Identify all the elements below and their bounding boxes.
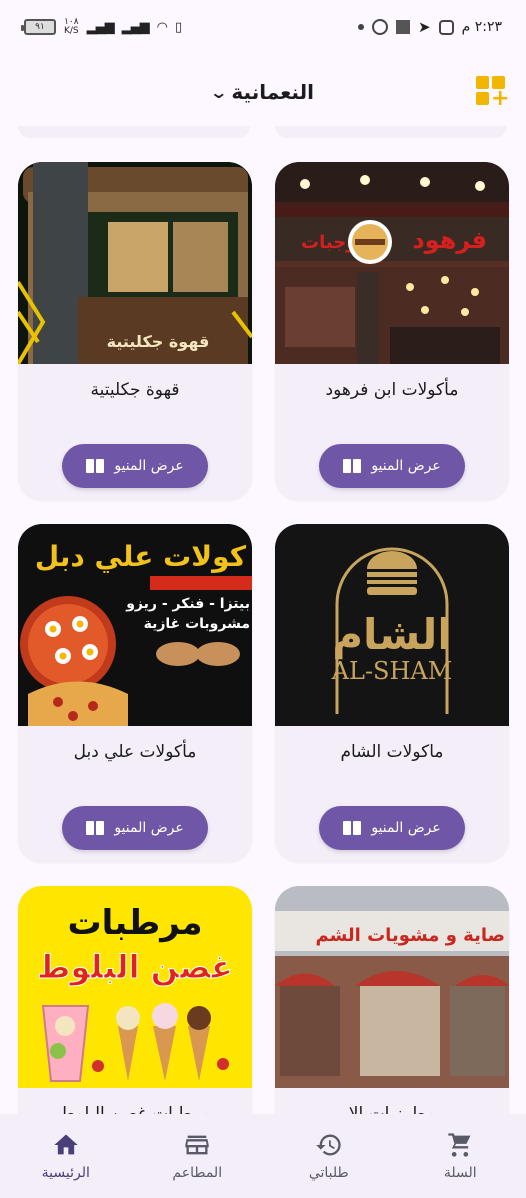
menu-book-icon (86, 821, 105, 835)
notification-dot-icon (358, 24, 365, 30)
restaurant-sign-text-2: بيتزا - فنكر - ريزو (125, 596, 250, 612)
restaurant-name: مرطبات غصن البلوط (59, 1104, 211, 1114)
card-fragment (18, 126, 250, 138)
app-notification-icon (396, 20, 411, 34)
view-menu-button[interactable]: عرض المنيو (319, 806, 465, 850)
restaurant-card[interactable]: قهوة جكليتية قهوة جكليتية عرض المنيو (18, 162, 252, 500)
history-icon (315, 1131, 343, 1159)
battery-level: ٩١ (35, 22, 45, 32)
restaurant-sign-text: كولات علي دبل (35, 540, 247, 573)
nav-home[interactable]: الرئيسية (0, 1131, 132, 1181)
restaurant-card[interactable]: فرهود للوجبات مأكولات ابن فرهود عرض المن… (275, 162, 509, 500)
nav-home-label: الرئيسية (41, 1165, 90, 1181)
restaurant-image: مرطبات غصن البلوط (18, 886, 252, 1088)
restaurant-image: فرهود للوجبات (275, 162, 509, 364)
restaurant-sign-text: الشام (332, 610, 451, 660)
restaurant-grid[interactable]: فرهود للوجبات مأكولات ابن فرهود عرض المن… (0, 126, 526, 1114)
view-menu-button[interactable]: عرض المنيو (62, 806, 208, 850)
restaurant-image: صاية و مشويات الشم (275, 886, 509, 1088)
home-icon (52, 1131, 80, 1159)
signal-icon: ▂▄▆ (86, 19, 115, 35)
restaurant-card[interactable]: مرطبات غصن البلوط مرطبات غصن البلوط (18, 886, 252, 1114)
nav-restaurants-label: المطاعم (172, 1165, 223, 1181)
restaurant-sign-text-2: AL-SHAM (331, 657, 453, 685)
restaurant-name: مأكولات ابن فرهود (325, 380, 459, 400)
instagram-icon (438, 19, 454, 35)
nav-restaurants[interactable]: المطاعم (132, 1131, 264, 1181)
nav-cart[interactable]: السلة (395, 1131, 526, 1181)
nav-orders-label: طلباتي (308, 1165, 349, 1181)
view-menu-label: عرض المنيو (371, 820, 441, 836)
menu-book-icon (86, 459, 105, 473)
city-selector[interactable]: النعمانية ⌄ (209, 80, 314, 104)
status-bar: ٩١ ١٠٨ K/S ▂▄▆ ▂▄▆ ◠ ▯ ➤ ٢:٢٣ م (0, 0, 526, 54)
restaurant-image: الشام AL-SHAM (275, 524, 509, 726)
restaurant-image: قهوة جكليتية (18, 162, 252, 364)
view-menu-label: عرض المنيو (114, 820, 184, 836)
restaurant-sign-text: قهوة جكليتية (107, 332, 210, 351)
chevron-down-icon: ⌄ (209, 82, 229, 102)
add-category-icon[interactable]: + (476, 76, 509, 110)
bottom-navigation: السلة طلباتي المطاعم الرئيسية (0, 1114, 526, 1198)
restaurant-sign-text-3: مشروبات غازية (144, 616, 250, 632)
restaurant-card[interactable]: الشام AL-SHAM ماكولات الشام عرض المنيو (275, 524, 509, 862)
view-menu-button[interactable]: عرض المنيو (319, 444, 465, 488)
vibrate-icon: ▯ (175, 19, 182, 35)
restaurant-name: قهوة جكليتية (90, 380, 180, 400)
battery-icon: ٩١ (21, 19, 56, 35)
nav-cart-label: السلة (443, 1165, 477, 1181)
view-menu-label: عرض المنيو (114, 458, 184, 474)
restaurant-sign-text: فرهود (412, 226, 487, 254)
restaurant-name: مأكولات علي دبل (73, 742, 197, 762)
view-menu-button[interactable]: عرض المنيو (62, 444, 208, 488)
restaurant-card[interactable]: كولات علي دبل بيتزا - فنكر - ريزو مشروبا… (18, 524, 252, 862)
wifi-icon: ◠ (156, 19, 168, 35)
clock: ٢:٢٣ م (461, 19, 502, 35)
nav-orders[interactable]: طلباتي (263, 1131, 395, 1181)
restaurant-name: ماكولات الشام (340, 742, 444, 762)
net-speed-unit: K/S (64, 26, 79, 36)
restaurant-name: مطرزيات الإ (348, 1104, 436, 1114)
restaurant-sign-text: مرطبات (67, 903, 202, 943)
restaurant-sign-text-2: غصن البلوط (37, 948, 233, 986)
city-label: النعمانية (231, 80, 314, 104)
signal-icon-2: ▂▄▆ (121, 19, 150, 35)
restaurant-card[interactable]: صاية و مشويات الشم مطرزيات الإ (275, 886, 509, 1114)
view-menu-label: عرض المنيو (371, 458, 441, 474)
app-bar: النعمانية ⌄ + (0, 58, 526, 126)
menu-book-icon (343, 459, 362, 473)
card-fragment (275, 126, 507, 138)
menu-book-icon (343, 821, 362, 835)
telegram-icon: ➤ (418, 18, 431, 36)
net-speed: ١٠٨ K/S (64, 18, 79, 36)
restaurant-sign-text: صاية و مشويات الشم (315, 925, 505, 946)
restaurant-image: كولات علي دبل بيتزا - فنكر - ريزو مشروبا… (18, 524, 252, 726)
status-right: ➤ ٢:٢٣ م (358, 18, 502, 36)
cart-icon (446, 1131, 474, 1159)
messenger-icon (372, 19, 389, 35)
status-left: ٩١ ١٠٨ K/S ▂▄▆ ▂▄▆ ◠ ▯ (21, 18, 182, 36)
store-icon (183, 1131, 211, 1159)
